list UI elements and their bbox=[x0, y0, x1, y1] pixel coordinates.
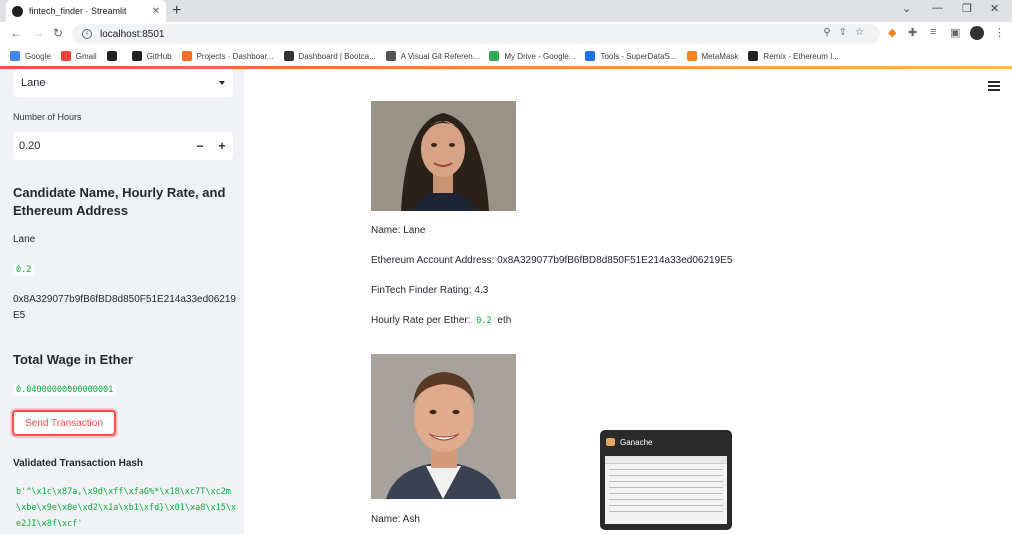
metamask-extension-icon[interactable]: ◆ bbox=[888, 26, 896, 39]
ganache-title: Ganache bbox=[620, 438, 653, 447]
chrome-menu-icon[interactable]: ⋮ bbox=[994, 26, 1005, 39]
bookmark-label: GitHub bbox=[146, 51, 172, 61]
url-text: localhost:8501 bbox=[100, 28, 165, 40]
rate-value: 0.2 bbox=[473, 315, 495, 327]
browser-tab-bar: fintech_finder · Streamlit ✕ + ⌄ — ❐ ✕ bbox=[0, 0, 1012, 22]
rate-prefix: Hourly Rate per Ether: bbox=[371, 315, 471, 326]
bookmark-label: MetaMask bbox=[701, 51, 739, 61]
close-window-icon[interactable]: ✕ bbox=[990, 2, 999, 15]
total-wage-value: 0.04000000000000001 bbox=[13, 384, 117, 396]
candidate-rating-lane: FinTech Finder Rating: 4.3 bbox=[371, 285, 489, 296]
reload-icon[interactable]: ↻ bbox=[53, 26, 63, 40]
candidate-rate-row-lane: Hourly Rate per Ether: 0.2 eth bbox=[371, 315, 512, 327]
bookmark-item[interactable]: GitHub bbox=[131, 51, 172, 61]
side-panel-icon[interactable]: ▣ bbox=[950, 26, 960, 39]
back-icon[interactable]: ← bbox=[10, 26, 22, 40]
bookmark-label: My Drive - Google... bbox=[504, 51, 576, 61]
remix-icon bbox=[748, 51, 759, 61]
google-icon bbox=[10, 51, 20, 61]
forward-icon[interactable]: → bbox=[32, 26, 44, 40]
sidebar: Lane Number of Hours 0.20 − + Candidate … bbox=[0, 69, 244, 534]
close-tab-icon[interactable]: ✕ bbox=[152, 6, 160, 17]
globe-icon bbox=[385, 51, 396, 61]
candidate-name-ash: Name: Ash bbox=[371, 514, 420, 525]
candidate-photo-lane bbox=[371, 101, 516, 211]
streamlit-favicon-icon bbox=[12, 5, 23, 17]
bookmark-item[interactable]: Dashboard | Bootca... bbox=[283, 51, 376, 61]
bookmark-item[interactable] bbox=[106, 51, 122, 61]
tab-title: fintech_finder · Streamlit bbox=[29, 6, 127, 16]
bookmark-label: Remix - Ethereum I... bbox=[763, 51, 839, 61]
candidate-info-heading: Candidate Name, Hourly Rate, and Ethereu… bbox=[13, 185, 226, 218]
candidate-address-lane: Ethereum Account Address: 0x8A329077b9fB… bbox=[371, 255, 733, 266]
decrement-button[interactable]: − bbox=[189, 139, 211, 153]
bookmark-label: Dashboard | Bootca... bbox=[298, 51, 376, 61]
candidate-name: Lane bbox=[13, 234, 36, 245]
hamburger-menu-icon[interactable] bbox=[988, 81, 1000, 93]
restore-icon[interactable]: ❐ bbox=[962, 2, 972, 15]
main-content: Name: Lane Ethereum Account Address: 0x8… bbox=[244, 69, 1012, 534]
site-info-icon[interactable]: i bbox=[82, 29, 92, 39]
bookmark-item[interactable]: Gmail bbox=[60, 51, 97, 61]
transaction-hash-value: b'^\x1c\x87a,\x9d\xff\xfaG%*\x18\xc7T\xc… bbox=[16, 487, 237, 529]
metamask-icon bbox=[686, 51, 697, 61]
bookmark-label: A Visual Git Referen... bbox=[400, 51, 480, 61]
gmail-icon bbox=[60, 51, 71, 61]
rate-suffix: eth bbox=[497, 315, 512, 326]
hours-number-input[interactable]: 0.20 − + bbox=[13, 132, 233, 160]
gitlab-icon bbox=[181, 51, 192, 61]
bookmark-item[interactable]: Projects · Dashboar... bbox=[181, 51, 274, 61]
increment-button[interactable]: + bbox=[211, 139, 233, 153]
minimize-icon[interactable]: — bbox=[932, 2, 943, 14]
new-tab-button[interactable]: + bbox=[172, 2, 181, 20]
bookmark-item[interactable]: A Visual Git Referen... bbox=[385, 51, 480, 61]
ganache-window-preview[interactable]: Ganache bbox=[600, 430, 732, 530]
send-transaction-button[interactable]: Send Transaction bbox=[12, 410, 116, 436]
transaction-hash-heading: Validated Transaction Hash bbox=[13, 458, 144, 469]
extensions-icon[interactable]: ✚ bbox=[908, 26, 917, 39]
candidate-rate: 0.2 bbox=[13, 264, 35, 276]
browser-toolbar: ← → ↻ i localhost:8501 ⚲⇪☆ bbox=[0, 22, 1012, 46]
bookmark-item[interactable]: Remix - Ethereum I... bbox=[748, 51, 839, 61]
tab-search-icon[interactable]: ⌄ bbox=[902, 2, 911, 15]
bookmark-label: Projects · Dashboar... bbox=[196, 51, 274, 61]
github-icon bbox=[131, 51, 142, 61]
browser-tab[interactable]: fintech_finder · Streamlit ✕ bbox=[6, 0, 166, 22]
profile-avatar[interactable] bbox=[970, 26, 984, 40]
bookmark-label: Google bbox=[25, 51, 51, 61]
bookmark-icon bbox=[106, 51, 117, 61]
candidate-address: 0x8A329077b9fB6fBD8d850F51E214a33ed06219… bbox=[13, 294, 236, 321]
dashboard-icon bbox=[283, 51, 294, 61]
bookmarks-bar: Google Gmail GitHub Projects · Dashboar... D… bbox=[0, 46, 1012, 66]
bookmark-item[interactable]: Google bbox=[10, 51, 51, 61]
hours-label: Number of Hours bbox=[13, 112, 82, 122]
candidate-name-lane: Name: Lane bbox=[371, 225, 426, 236]
candidate-select[interactable]: Lane bbox=[13, 69, 233, 97]
media-icon[interactable]: ≡ bbox=[930, 26, 936, 38]
drive-icon bbox=[489, 51, 500, 61]
bookmark-item[interactable]: MetaMask bbox=[686, 51, 739, 61]
address-bar-actions-icon[interactable]: ⚲⇪☆ bbox=[823, 27, 872, 38]
bookmark-label: Gmail bbox=[75, 51, 97, 61]
bookmark-label: Tools - SuperDataS... bbox=[600, 51, 677, 61]
ganache-logo-icon bbox=[606, 438, 615, 446]
ganache-thumbnail bbox=[605, 456, 727, 524]
chevron-down-icon bbox=[219, 81, 225, 85]
hours-value[interactable]: 0.20 bbox=[19, 140, 189, 152]
bookmark-item[interactable]: Tools - SuperDataS... bbox=[585, 51, 677, 61]
superdatascience-icon bbox=[585, 51, 596, 61]
candidate-photo-ash bbox=[371, 354, 516, 499]
bookmark-item[interactable]: My Drive - Google... bbox=[489, 51, 575, 61]
address-bar[interactable]: i localhost:8501 ⚲⇪☆ bbox=[72, 24, 880, 44]
total-wage-heading: Total Wage in Ether bbox=[13, 352, 133, 367]
candidate-select-value: Lane bbox=[21, 77, 46, 89]
